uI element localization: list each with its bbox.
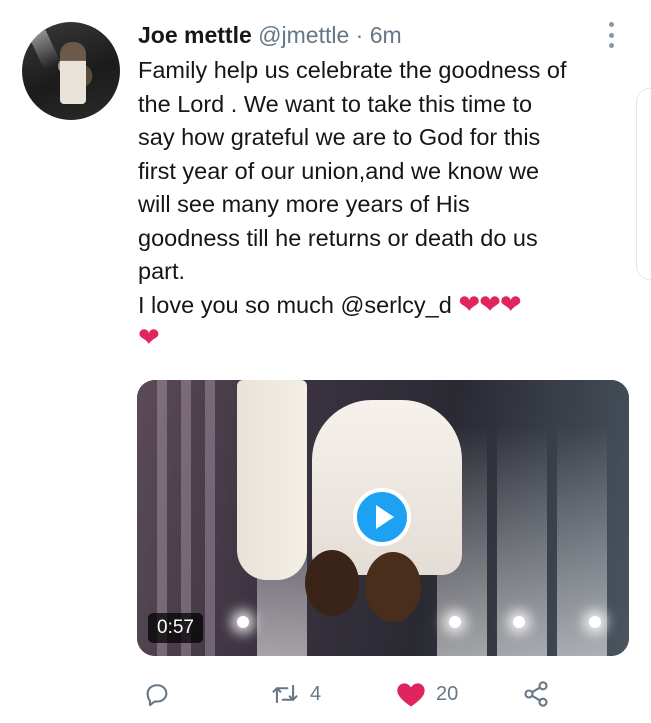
curtain xyxy=(205,380,215,656)
reply-button[interactable] xyxy=(143,674,181,714)
display-name[interactable]: Joe mettle xyxy=(138,22,252,48)
groom-head xyxy=(305,550,359,616)
avatar-figure xyxy=(60,42,86,104)
retweet-button[interactable]: 4 xyxy=(270,674,321,714)
bride-head xyxy=(365,552,421,622)
more-vertical-icon[interactable] xyxy=(604,22,618,48)
share-icon xyxy=(524,681,548,707)
share-button[interactable] xyxy=(522,674,550,714)
retweet-icon xyxy=(272,684,298,704)
like-count: 20 xyxy=(436,682,459,705)
tweet-header: Joe mettle @jmettle · 6m xyxy=(138,18,618,52)
reply-icon xyxy=(146,684,168,707)
retweet-count: 4 xyxy=(310,682,322,705)
like-button[interactable]: 20 xyxy=(396,674,458,714)
avatar-light xyxy=(29,29,61,71)
avatar[interactable] xyxy=(22,22,120,120)
text-line: part. xyxy=(138,258,186,284)
video-duration: 0:57 xyxy=(148,613,203,643)
stage-lamp xyxy=(449,616,461,628)
stage-lamp xyxy=(513,616,525,628)
video-player[interactable]: 0:57 xyxy=(137,380,629,656)
action-bar: 4 20 xyxy=(0,674,651,714)
play-icon[interactable] xyxy=(353,488,411,546)
side-panel-edge xyxy=(636,88,651,280)
love-line: I love you so much @serlcy_d ❤❤❤ xyxy=(138,289,633,323)
text-line: say how grateful we are to God for this xyxy=(138,124,541,150)
stage-lamp xyxy=(237,616,249,628)
stage-lamp xyxy=(589,616,601,628)
like-icon xyxy=(397,683,425,707)
text-line: goodness till he returns or death do us xyxy=(138,224,538,251)
user-handle[interactable]: @jmettle xyxy=(258,22,349,48)
timestamp[interactable]: 6m xyxy=(370,22,402,48)
heart-emojis: ❤❤❤ xyxy=(458,288,521,319)
separator: · xyxy=(355,22,364,48)
text-line: first year of our union,and we know we xyxy=(138,157,540,184)
tweet-text: Family help us celebrate the goodness of… xyxy=(138,54,633,356)
love-text: I love you so much @serlcy_d xyxy=(138,291,452,318)
heart-line: ❤ xyxy=(138,322,633,356)
text-line: the Lord . We want to take this time to xyxy=(138,90,533,117)
text-line: will see many more years of His xyxy=(138,191,470,217)
text-line: Family help us celebrate the goodness of xyxy=(138,57,567,83)
groom-suit xyxy=(237,380,307,580)
heart-emoji: ❤ xyxy=(138,322,160,352)
